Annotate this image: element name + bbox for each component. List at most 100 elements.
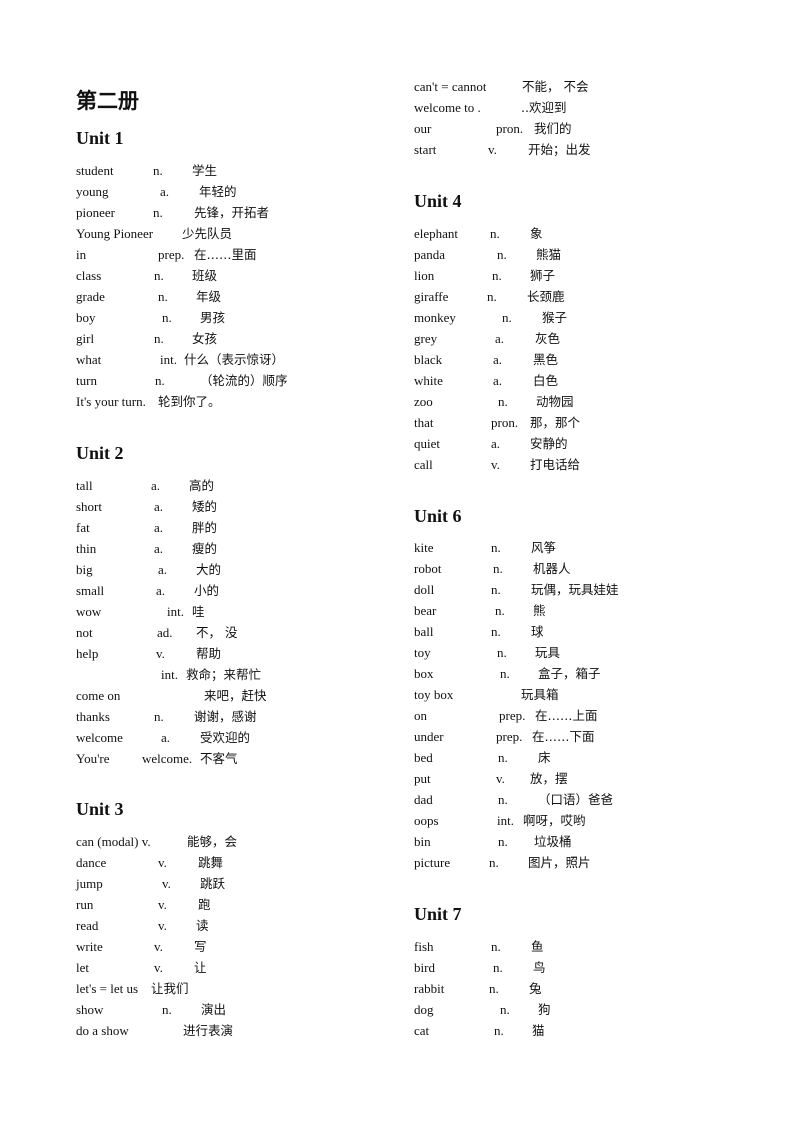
part-of-speech: int.	[160, 352, 177, 367]
vocab-word: not	[76, 625, 93, 640]
part-of-speech: v.	[488, 142, 497, 157]
part-of-speech: n.	[502, 310, 512, 325]
chinese-meaning: 演出	[201, 1002, 227, 1017]
part-of-speech: n.	[153, 205, 163, 220]
part-of-speech: ad.	[157, 625, 173, 640]
chinese-meaning: 帮助	[196, 646, 222, 661]
chinese-meaning: 受欢迎的	[200, 730, 251, 745]
book-title: 第二册	[76, 89, 139, 113]
chinese-meaning: 轮到你了。	[158, 394, 221, 409]
chinese-meaning: 开始；出发	[528, 142, 591, 157]
vocab-word: giraffe	[414, 289, 449, 304]
vocab-word: You're	[76, 751, 110, 766]
chinese-meaning: 放，摆	[530, 771, 568, 786]
part-of-speech: a.	[160, 184, 170, 199]
chinese-meaning: 哇	[192, 604, 205, 619]
chinese-meaning: 盒子，箱子	[538, 666, 601, 681]
vocab-word: do a show	[76, 1023, 129, 1038]
chinese-meaning: 玩具	[535, 645, 561, 660]
vocab-word: call	[414, 457, 433, 472]
part-of-speech: a.	[158, 562, 168, 577]
vocab-word: tall	[76, 478, 93, 493]
chinese-meaning: 那，那个	[530, 415, 581, 430]
part-of-speech: prep.	[499, 708, 526, 723]
part-of-speech: prep.	[496, 729, 523, 744]
chinese-meaning: 胖的	[192, 520, 218, 535]
vocab-word: monkey	[414, 310, 456, 325]
vocab-word: dog	[414, 1002, 434, 1017]
vocab-word: welcome	[76, 730, 123, 745]
part-of-speech: a.	[161, 730, 171, 745]
vocab-word: help	[76, 646, 99, 661]
vocab-word: short	[76, 499, 102, 514]
chinese-meaning: 进行表演	[183, 1023, 234, 1038]
vocab-word: what	[76, 352, 102, 367]
part-of-speech: a.	[154, 520, 164, 535]
part-of-speech: n.	[162, 310, 172, 325]
chinese-meaning: 在……里面	[194, 247, 257, 262]
part-of-speech: n.	[494, 1023, 504, 1038]
unit-heading: Unit 2	[76, 443, 124, 463]
vocab-word: bear	[414, 603, 437, 618]
chinese-meaning: 鸟	[533, 960, 546, 975]
vocab-word: boy	[76, 310, 96, 325]
part-of-speech: a.	[495, 331, 505, 346]
chinese-meaning: 班级	[192, 268, 218, 283]
vocab-word: fish	[414, 939, 434, 954]
chinese-meaning: 高的	[189, 478, 215, 493]
vocab-word: girl	[76, 331, 95, 346]
chinese-meaning: 谢谢，感谢	[194, 709, 257, 724]
chinese-meaning: 在……下面	[532, 729, 595, 744]
part-of-speech: n.	[158, 289, 168, 304]
chinese-meaning: 先锋，开拓者	[194, 205, 270, 220]
chinese-meaning: 学生	[192, 163, 218, 178]
chinese-meaning: （轮流的）顺序	[200, 373, 288, 388]
vocab-word: quiet	[414, 436, 440, 451]
part-of-speech: welcome.	[142, 751, 193, 766]
vocab-word: bin	[414, 834, 431, 849]
vocab-word: doll	[414, 582, 435, 597]
chinese-meaning: 年轻的	[199, 184, 237, 199]
vocab-word: class	[76, 268, 102, 283]
chinese-meaning: 玩具箱	[521, 687, 559, 702]
chinese-meaning: 写	[194, 939, 207, 954]
part-of-speech: n.	[492, 268, 502, 283]
chinese-meaning: 熊	[533, 603, 546, 618]
vocab-word: white	[414, 373, 443, 388]
unit-heading: Unit 4	[414, 191, 462, 211]
vocab-word: jump	[76, 876, 103, 891]
chinese-meaning: 能够，会	[187, 834, 238, 849]
part-of-speech: n.	[491, 540, 501, 555]
vocab-word: grade	[76, 289, 105, 304]
vocab-word: ball	[414, 624, 434, 639]
unit-heading: Unit 6	[414, 506, 462, 526]
vocab-word: dance	[76, 855, 107, 870]
part-of-speech: n.	[495, 603, 505, 618]
chinese-meaning: 跳舞	[198, 855, 224, 870]
vocab-word: It's your turn.	[76, 394, 146, 409]
chinese-meaning: 救命；来帮忙	[186, 667, 262, 682]
chinese-meaning: 长颈鹿	[527, 289, 565, 304]
chinese-meaning: 机器人	[533, 561, 571, 576]
vocab-word: thin	[76, 541, 97, 556]
vocab-word: kite	[414, 540, 434, 555]
vocab-word: Young Pioneer	[76, 226, 154, 241]
chinese-meaning: 狗	[538, 1002, 551, 1017]
part-of-speech: v.	[496, 771, 505, 786]
chinese-meaning: 矮的	[192, 499, 218, 514]
part-of-speech: int.	[497, 813, 514, 828]
chinese-meaning: 灰色	[535, 331, 561, 346]
chinese-meaning: 我们的	[534, 121, 572, 136]
chinese-meaning: 来吧，赶快	[204, 688, 267, 703]
vocab-word: write	[76, 939, 103, 954]
part-of-speech: v.	[156, 646, 165, 661]
chinese-meaning: 熊猫	[536, 247, 562, 262]
vocab-word: wow	[76, 604, 102, 619]
part-of-speech: n.	[489, 981, 499, 996]
vocab-word: come on	[76, 688, 121, 703]
chinese-meaning: 猴子	[542, 310, 568, 325]
chinese-meaning: 年级	[196, 289, 222, 304]
chinese-meaning: 什么（表示惊讶）	[184, 352, 285, 367]
part-of-speech: pron.	[491, 415, 519, 430]
part-of-speech: n.	[500, 1002, 510, 1017]
